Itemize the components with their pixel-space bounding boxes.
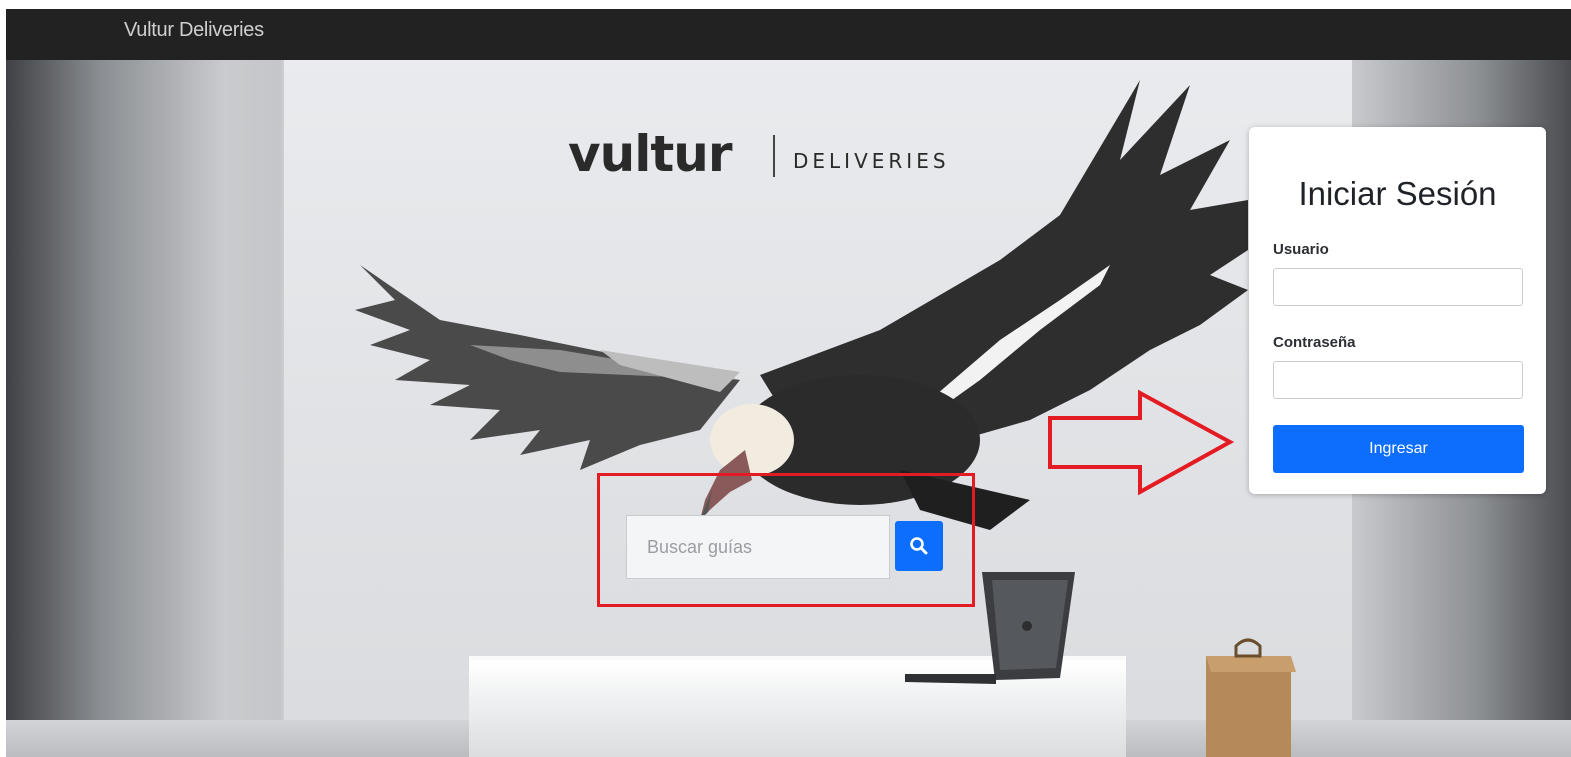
search-input[interactable] [627,516,889,578]
logo-wordmark: vultur [568,125,732,183]
login-submit-button[interactable]: Ingresar [1273,425,1524,473]
left-wing [355,265,740,470]
package-illustration [1206,638,1296,757]
username-label: Usuario [1273,241,1329,258]
logo-subtitle: DELIVERIES [793,149,950,173]
login-title: Iniciar Sesión [1298,175,1497,212]
password-label: Contraseña [1273,334,1356,351]
logo-separator [773,135,775,177]
search-icon [910,537,928,555]
password-field[interactable] [1273,361,1523,399]
username-field[interactable] [1273,268,1523,306]
search-field-wrapper [626,515,890,579]
annotation-arrow-icon [1048,389,1235,496]
search-button[interactable] [895,521,943,571]
login-card: Iniciar Sesión Usuario Contraseña Ingres… [1249,127,1546,494]
